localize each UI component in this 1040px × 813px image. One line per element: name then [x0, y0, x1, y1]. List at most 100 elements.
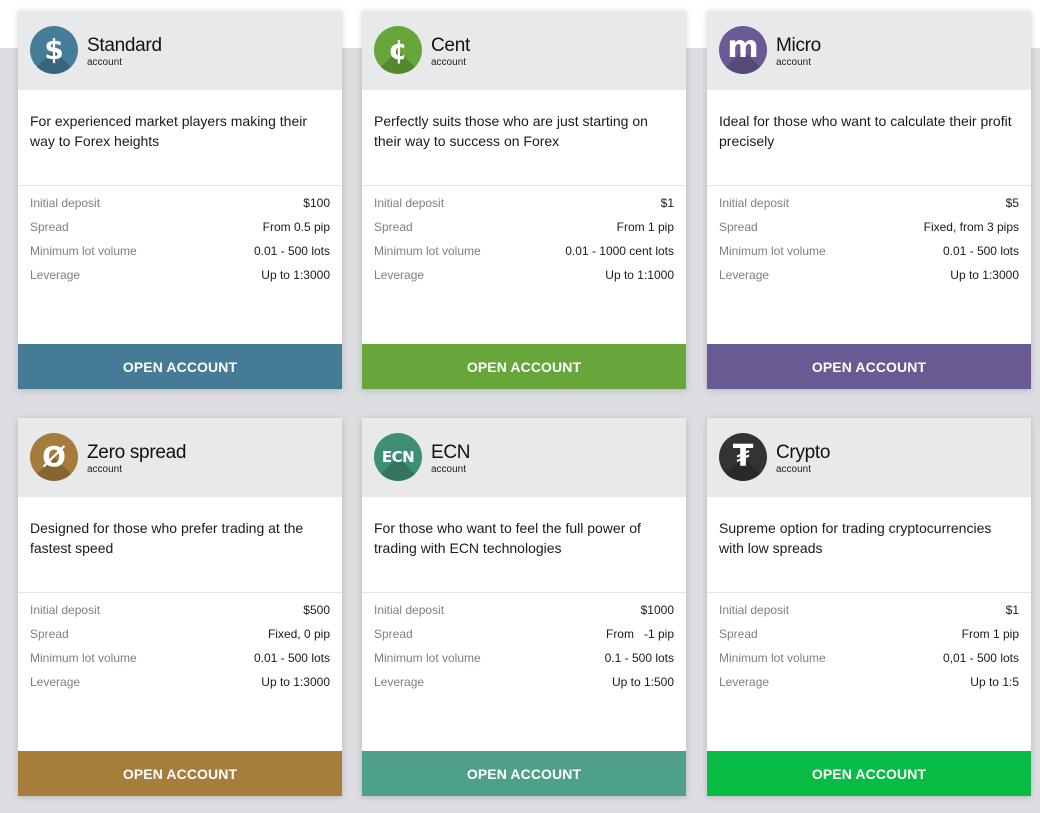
spec-value: From -1 pip — [605, 627, 674, 641]
spec-leverage: Leverage Up to 1:5 — [719, 673, 1019, 697]
spec-label: Spread — [374, 220, 413, 234]
spec-label: Minimum lot volume — [719, 244, 826, 258]
spec-label: Minimum lot volume — [374, 651, 481, 665]
card-header: m Micro account — [707, 11, 1031, 90]
account-specs: Initial deposit $500 Spread Fixed, 0 pip M… — [18, 593, 342, 697]
spec-label: Initial deposit — [30, 196, 101, 210]
spec-label: Minimum lot volume — [30, 244, 137, 258]
spec-min-lot: Minimum lot volume 0,01 - 500 lots — [719, 649, 1019, 673]
open-account-button-zero-spread[interactable]: OPEN ACCOUNT — [18, 751, 342, 796]
account-subtitle: account — [431, 464, 467, 475]
spec-min-lot: Minimum lot volume 0.1 - 500 lots — [374, 649, 674, 673]
spec-value: From 1 pip — [616, 220, 674, 234]
spec-min-lot: Minimum lot volume 0.01 - 500 lots — [30, 649, 330, 673]
spec-leverage: Leverage Up to 1:1000 — [374, 266, 674, 290]
card-header: ¢ Cent account — [362, 11, 686, 90]
spec-value: $5 — [1005, 196, 1019, 210]
account-name: Micro — [776, 35, 821, 56]
tether-icon: ₮ — [719, 433, 767, 481]
card-header: ECN ECN account — [362, 418, 686, 497]
zero-slash-icon: Ø — [30, 433, 78, 481]
spec-spread: Spread From 1 pip — [719, 625, 1019, 649]
spec-min-lot: Minimum lot volume 0.01 - 500 lots — [30, 242, 330, 266]
open-account-button-crypto[interactable]: OPEN ACCOUNT — [707, 751, 1031, 796]
account-specs: Initial deposit $1 Spread From 1 pip Minim… — [362, 186, 686, 290]
spec-label: Initial deposit — [374, 603, 445, 617]
spec-initial-deposit: Initial deposit $1 — [374, 194, 674, 218]
spec-label: Initial deposit — [719, 196, 790, 210]
spec-value: $1000 — [640, 603, 674, 617]
spec-value: $1 — [660, 196, 674, 210]
spec-spread: Spread From -1 pip — [374, 625, 674, 649]
account-subtitle: account — [776, 464, 812, 475]
spec-label: Leverage — [30, 675, 81, 689]
spec-value: 0.01 - 500 lots — [253, 651, 330, 665]
account-card-zero-spread: Ø Zero spread account Designed for those… — [18, 418, 342, 796]
spec-value: $1 — [1005, 603, 1019, 617]
spec-value: Up to 1:5 — [970, 675, 1019, 689]
spec-label: Leverage — [374, 675, 425, 689]
spec-leverage: Leverage Up to 1:3000 — [30, 266, 330, 290]
open-account-button-standard[interactable]: OPEN ACCOUNT — [18, 344, 342, 389]
spec-label: Spread — [374, 627, 413, 641]
spec-spread: Spread From 1 pip — [374, 218, 674, 242]
spec-value: Up to 1:1000 — [605, 268, 674, 282]
account-subtitle: account — [431, 57, 467, 68]
spec-min-lot: Minimum lot volume 0.01 - 1000 cent lots — [374, 242, 674, 266]
spec-value: 0.01 - 500 lots — [942, 244, 1019, 258]
account-subtitle: account — [776, 57, 812, 68]
account-specs: Initial deposit $5 Spread Fixed, from 3 pi… — [707, 186, 1031, 290]
account-name: ECN — [431, 442, 471, 463]
account-description: Ideal for those who want to calculate th… — [707, 90, 1031, 186]
spec-initial-deposit: Initial deposit $1000 — [374, 601, 674, 625]
spec-spread: Spread Fixed, from 3 pips — [719, 218, 1019, 242]
spec-leverage: Leverage Up to 1:3000 — [719, 266, 1019, 290]
account-card-cent: ¢ Cent account Perfectly suits those who… — [362, 11, 686, 389]
account-subtitle: account — [87, 57, 123, 68]
spec-label: Minimum lot volume — [30, 651, 137, 665]
spec-value: Up to 1:3000 — [261, 268, 330, 282]
spec-value: Up to 1:3000 — [950, 268, 1019, 282]
spec-spread: Spread Fixed, 0 pip — [30, 625, 330, 649]
spec-label: Minimum lot volume — [374, 244, 481, 258]
open-account-button-micro[interactable]: OPEN ACCOUNT — [707, 344, 1031, 389]
account-specs: Initial deposit $100 Spread From 0.5 pip M… — [18, 186, 342, 290]
micro-m-icon: m — [719, 26, 767, 74]
card-header: $ Standard account — [18, 11, 342, 90]
spec-value: 0.01 - 1000 cent lots — [565, 244, 674, 258]
spec-label: Minimum lot volume — [719, 651, 826, 665]
account-name: Zero spread — [87, 442, 187, 463]
spec-initial-deposit: Initial deposit $500 — [30, 601, 330, 625]
account-card-micro: m Micro account Ideal for those who want… — [707, 11, 1031, 389]
open-account-button-ecn[interactable]: OPEN ACCOUNT — [362, 751, 686, 796]
cent-icon: ¢ — [374, 26, 422, 74]
account-specs: Initial deposit $1000 Spread From -1 pip M… — [362, 593, 686, 697]
spec-value: Up to 1:500 — [611, 675, 674, 689]
spec-label: Initial deposit — [30, 603, 101, 617]
spec-initial-deposit: Initial deposit $1 — [719, 601, 1019, 625]
account-description: Supreme option for trading cryptocurrenc… — [707, 497, 1031, 593]
spec-value: 0,01 - 500 lots — [942, 651, 1019, 665]
spec-initial-deposit: Initial deposit $5 — [719, 194, 1019, 218]
spec-label: Spread — [30, 220, 69, 234]
spec-value: Fixed, 0 pip — [267, 627, 330, 641]
card-header: ₮ Crypto account — [707, 418, 1031, 497]
account-card-ecn: ECN ECN account For those who want to fe… — [362, 418, 686, 796]
account-subtitle: account — [87, 464, 123, 475]
account-card-crypto: ₮ Crypto account Supreme option for trad… — [707, 418, 1031, 796]
card-header: Ø Zero spread account — [18, 418, 342, 497]
spec-value: 0.1 - 500 lots — [604, 651, 674, 665]
account-description: For those who want to feel the full powe… — [362, 497, 686, 593]
ecn-icon: ECN — [374, 433, 422, 481]
spec-label: Leverage — [30, 268, 81, 282]
spec-value: Up to 1:3000 — [261, 675, 330, 689]
spec-label: Spread — [30, 627, 69, 641]
account-name: Cent — [431, 35, 470, 56]
open-account-button-cent[interactable]: OPEN ACCOUNT — [362, 344, 686, 389]
spec-value: $100 — [303, 196, 330, 210]
account-description: For experienced market players making th… — [18, 90, 342, 186]
spec-leverage: Leverage Up to 1:3000 — [30, 673, 330, 697]
account-card-standard: $ Standard account For experienced marke… — [18, 11, 342, 389]
account-specs: Initial deposit $1 Spread From 1 pip Minim… — [707, 593, 1031, 697]
account-description: Perfectly suits those who are just start… — [362, 90, 686, 186]
